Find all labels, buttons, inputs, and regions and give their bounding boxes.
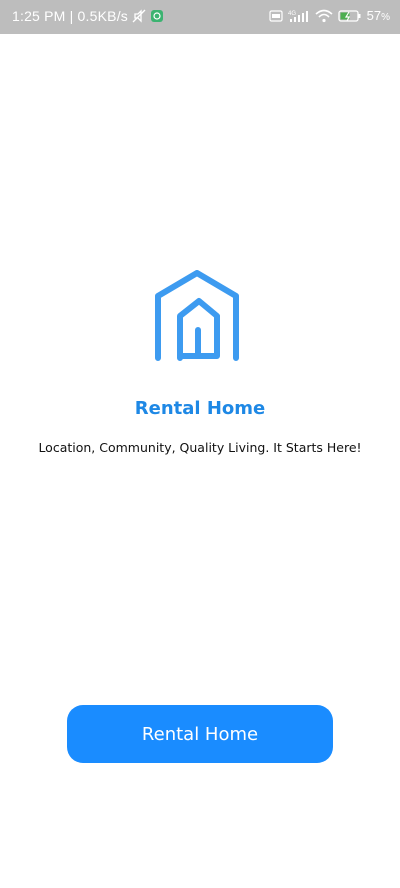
battery-value: 57 (366, 8, 382, 23)
splash-screen: 1:25 PM | 0.5KB/s 4G 57% Rental Home Loc… (0, 0, 400, 888)
rental-home-button[interactable]: Rental Home (67, 705, 333, 763)
status-time-speed: 1:25 PM | 0.5KB/s (12, 8, 128, 24)
status-bar-right: 4G 57% (269, 8, 390, 23)
mute-icon (132, 9, 146, 23)
tagline: Location, Community, Quality Living. It … (38, 440, 362, 455)
network-type-label: 4G (288, 11, 296, 17)
app-notification-icon (150, 10, 163, 22)
battery-charging-icon (337, 9, 361, 22)
status-bar-left: 1:25 PM | 0.5KB/s (12, 8, 164, 24)
battery-unit: % (381, 12, 390, 23)
status-bar: 1:25 PM | 0.5KB/s 4G 57% (0, 0, 400, 34)
wifi-icon (315, 9, 333, 22)
battery-percentage: 57% (367, 8, 390, 23)
house-icon (155, 270, 239, 361)
app-title: Rental Home (134, 398, 266, 419)
signal-icon: 4G (288, 10, 308, 22)
hd-icon (269, 9, 283, 22)
